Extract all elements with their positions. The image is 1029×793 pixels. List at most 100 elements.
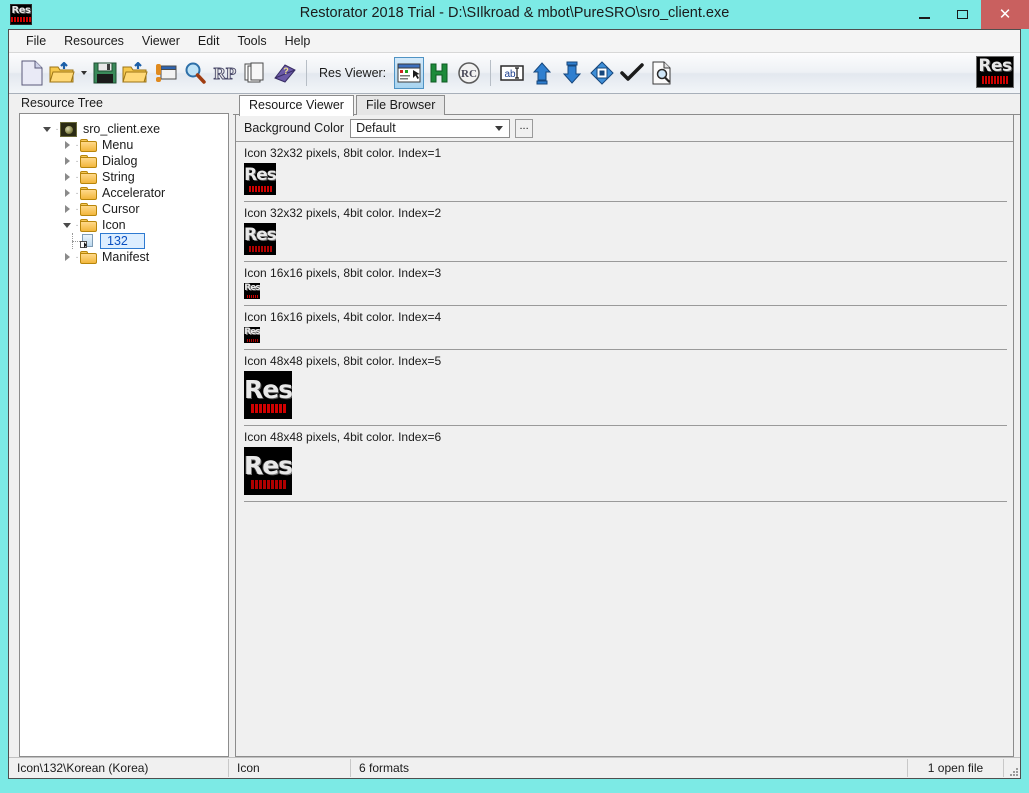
icon-entry[interactable]: Icon 32x32 pixels, 4bit color. Index=2 R… [244, 202, 1007, 262]
icon-entry-caption: Icon 16x16 pixels, 8bit color. Index=3 [244, 266, 442, 280]
res-icon-text: Res [244, 451, 292, 480]
tree-item-sro-client-exe[interactable]: · sro_client.exe [20, 121, 228, 137]
tree-guide-line [66, 233, 80, 249]
tree-expander-root[interactable] [40, 121, 54, 137]
open-folder-button[interactable] [120, 57, 150, 89]
close-button[interactable]: ✕ [981, 0, 1029, 29]
res-viewer-hex-button[interactable] [424, 57, 454, 89]
tree-item-accelerator[interactable]: · Accelerator [20, 185, 228, 201]
find-button[interactable] [180, 57, 210, 89]
background-color-label: Background Color [244, 121, 345, 135]
background-color-value: Default [356, 121, 396, 135]
rp-icon: RP [213, 64, 237, 84]
menu-item-edit[interactable]: Edit [189, 32, 229, 50]
res-icon-text: Res [244, 224, 276, 245]
rc-icon: RC [458, 62, 480, 84]
res-logo-icon: Res [244, 447, 292, 495]
resize-grip[interactable] [1004, 759, 1020, 777]
icon-entry[interactable]: Icon 48x48 pixels, 8bit color. Index=5 R… [244, 350, 1007, 426]
new-file-button[interactable] [17, 57, 47, 89]
folder-icon [80, 218, 97, 232]
toolbar: RP ? Res Viewer: RC ab Res [9, 53, 1020, 94]
res-viewer-rc-button[interactable]: RC [454, 57, 484, 89]
main-split: Resource Tree · sro_client.exe · Menu · … [9, 94, 1020, 757]
new-document-icon [21, 60, 43, 86]
folder-icon [80, 138, 97, 152]
menu-item-file[interactable]: File [17, 32, 55, 50]
tree-expander-string[interactable] [60, 169, 74, 185]
resource-patch-button[interactable]: RP [210, 57, 240, 89]
window-controls: ✕ [905, 0, 1029, 29]
resource-viewer-pane: Background Color Default ... Icon 32x32 … [235, 115, 1014, 757]
res-icon-text: Res [244, 327, 260, 337]
icon-entry[interactable]: Icon 48x48 pixels, 4bit color. Index=6 R… [244, 426, 1007, 502]
menu-item-resources[interactable]: Resources [55, 32, 133, 50]
tree-expander-manifest[interactable] [60, 249, 74, 265]
icon-entry[interactable]: Icon 32x32 pixels, 8bit color. Index=1 R… [244, 142, 1007, 202]
ab-text-icon: ab [500, 65, 524, 81]
tab-strip: Resource Viewer File Browser [233, 94, 1020, 116]
res-viewer-down-button[interactable] [557, 57, 587, 89]
icon-entry-caption: Icon 48x48 pixels, 4bit color. Index=6 [244, 430, 442, 444]
status-formats: 6 formats [351, 759, 908, 777]
open-file-dropdown[interactable] [77, 57, 90, 89]
tree-item-string[interactable]: · String [20, 169, 228, 185]
tree-label-accelerator: Accelerator [102, 186, 166, 200]
tree-item-menu[interactable]: · Menu [20, 137, 228, 153]
minimize-button[interactable] [905, 0, 943, 29]
help-button[interactable]: ? [270, 57, 300, 89]
tab-resource-viewer[interactable]: Resource Viewer [239, 95, 354, 116]
folder-icon [80, 154, 97, 168]
tree-expander-dialog[interactable] [60, 153, 74, 169]
res-icon-text: Res [244, 375, 292, 404]
tree-item-manifest[interactable]: · Manifest [20, 249, 228, 265]
tree-expander-menu[interactable] [60, 137, 74, 153]
res-logo-icon: Res [244, 283, 260, 299]
menu-item-help[interactable]: Help [276, 32, 320, 50]
floppy-disk-icon [93, 62, 117, 84]
res-viewer-print-preview-button[interactable] [647, 57, 677, 89]
close-icon: ✕ [998, 6, 1012, 23]
assign-button[interactable] [150, 57, 180, 89]
open-file-button[interactable] [47, 57, 77, 89]
menu-item-viewer[interactable]: Viewer [133, 32, 189, 50]
tree-item-132[interactable]: 132 [20, 233, 228, 249]
resource-item-icon [80, 234, 96, 248]
tree-item-cursor[interactable]: · Cursor [20, 201, 228, 217]
status-bar: Icon\132\Korean (Korea) Icon 6 formats 1… [9, 757, 1020, 778]
tree-expander-icon[interactable] [60, 217, 74, 233]
toolbar-logo-bars [977, 76, 1013, 84]
icon-entry-caption: Icon 32x32 pixels, 8bit color. Index=1 [244, 146, 442, 160]
tree-expander-cursor[interactable] [60, 201, 74, 217]
res-viewer-text-button[interactable]: ab [497, 57, 527, 89]
magnifier-icon [185, 62, 206, 84]
open-folder-icon [49, 62, 75, 83]
icon-entry[interactable]: Icon 16x16 pixels, 4bit color. Index=4 R… [244, 306, 1007, 350]
icon-entry-caption: Icon 16x16 pixels, 4bit color. Index=4 [244, 310, 442, 324]
svg-text:ab: ab [505, 69, 517, 80]
tab-file-browser[interactable]: File Browser [355, 95, 446, 115]
background-color-select[interactable]: Default [350, 118, 511, 138]
menu-item-tools[interactable]: Tools [228, 32, 275, 50]
icon-entry-caption: Icon 48x48 pixels, 8bit color. Index=5 [244, 354, 442, 368]
res-viewer-preview-button[interactable] [394, 57, 425, 89]
background-color-more-button[interactable]: ... [515, 118, 534, 138]
tree-expander-accelerator[interactable] [60, 185, 74, 201]
tree-label-dialog: Dialog [102, 154, 138, 168]
res-viewer-center-button[interactable] [587, 57, 617, 89]
application-window: Res Restorator 2018 Trial - D:\SIlkroad … [0, 0, 1029, 793]
res-viewer-check-button[interactable] [617, 57, 647, 89]
icon-entry[interactable]: Icon 16x16 pixels, 8bit color. Index=3 R… [244, 262, 1007, 306]
title-bar: Res Restorator 2018 Trial - D:\SIlkroad … [0, 0, 1029, 29]
res-viewer-up-button[interactable] [527, 57, 557, 89]
save-button[interactable] [90, 57, 120, 89]
chevron-down-icon [495, 126, 504, 131]
tree-label-menu: Menu [102, 138, 134, 152]
res-logo-icon: Res [244, 371, 292, 419]
res-icon-bars [250, 404, 286, 413]
resource-tree[interactable]: · sro_client.exe · Menu · Dialog · Strin… [19, 113, 229, 757]
tree-item-icon[interactable]: · Icon [20, 217, 228, 233]
copy-button[interactable] [240, 57, 270, 89]
tree-item-dialog[interactable]: · Dialog [20, 153, 228, 169]
maximize-button[interactable] [943, 0, 981, 29]
